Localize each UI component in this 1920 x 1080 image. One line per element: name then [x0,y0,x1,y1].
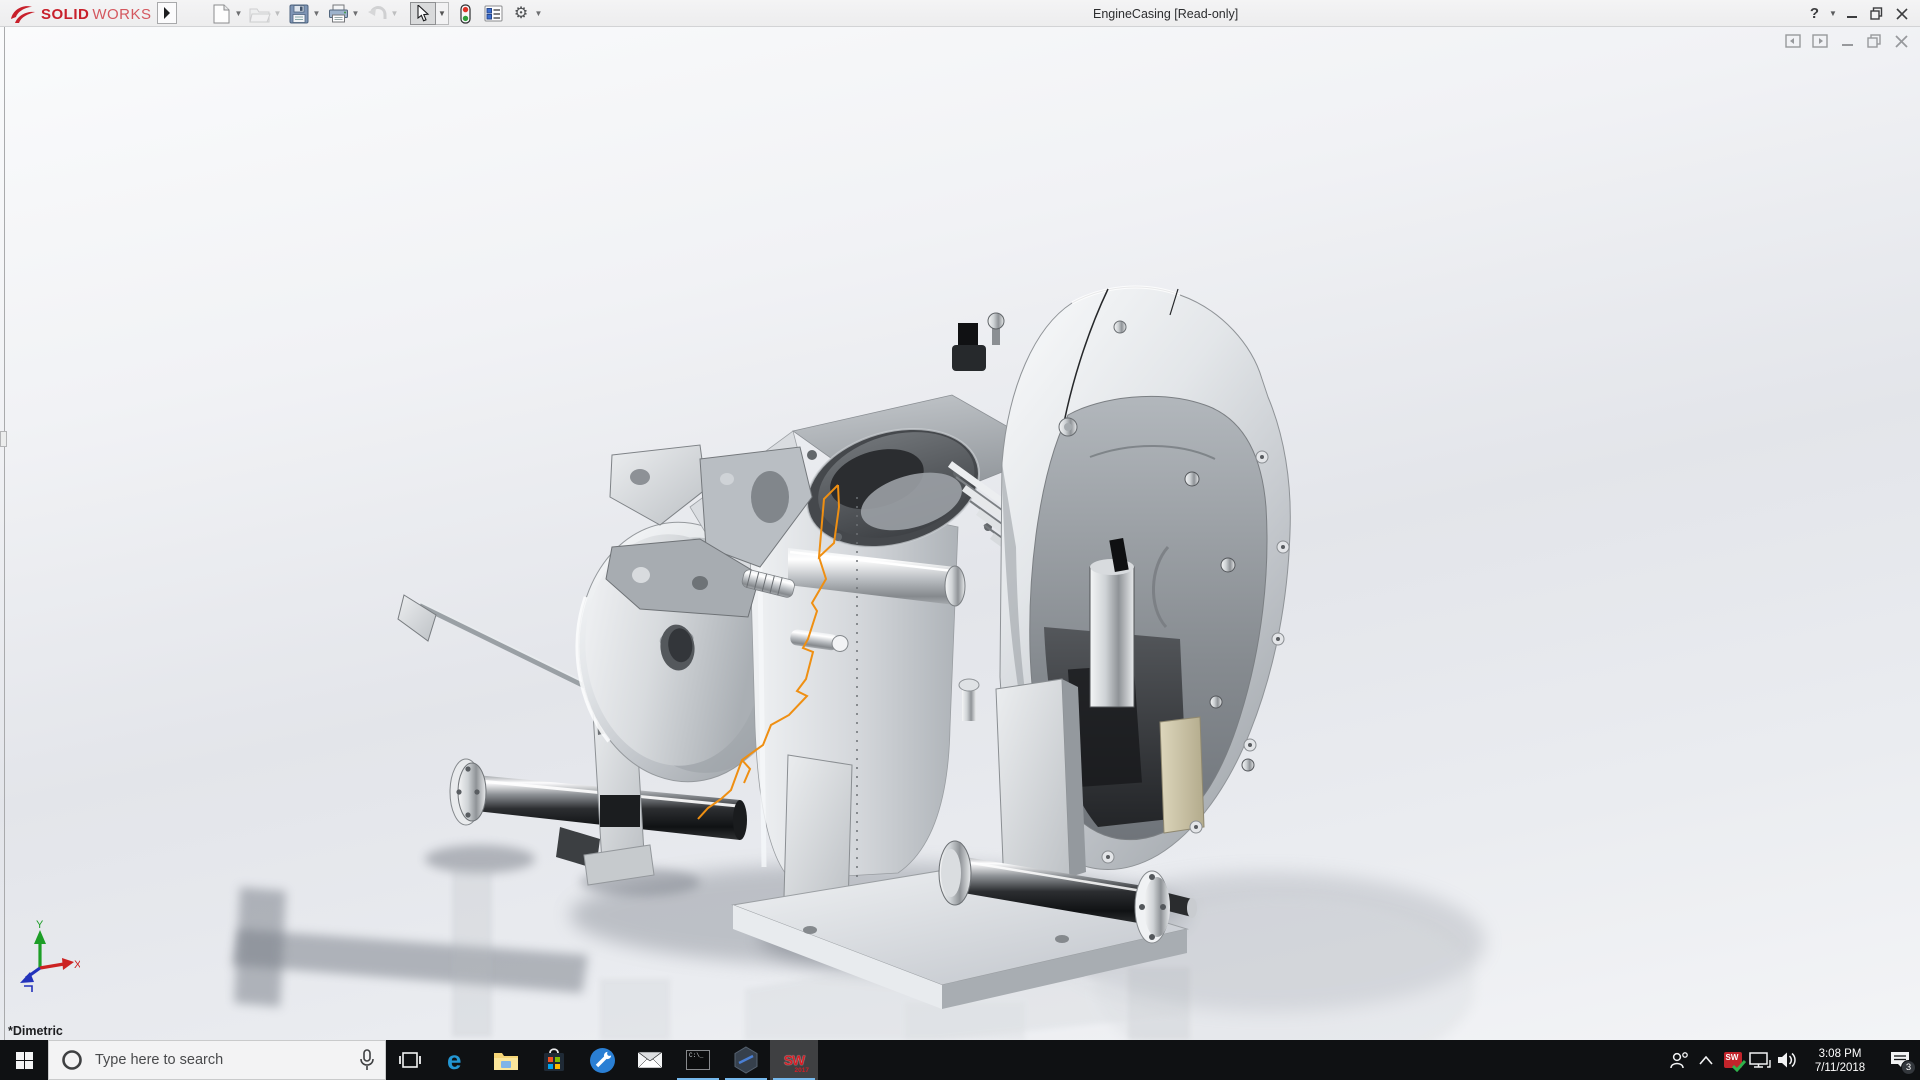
volume-icon [1777,1051,1797,1069]
new-document-button[interactable] [209,2,233,26]
orientation-triad: Y X [12,916,80,994]
print-dropdown[interactable]: ▼ [350,2,361,26]
minimize-icon [1846,8,1858,20]
taskbar-store[interactable] [530,1040,578,1080]
graphics-viewport[interactable]: Y X *Dimetric [0,27,1920,1040]
gasket-brackets[interactable] [606,445,812,617]
triad-y-label: Y [36,919,44,931]
select-cursor-icon [417,5,430,22]
envelope-icon [637,1050,663,1070]
search-input[interactable]: Type here to search [48,1040,386,1080]
tray-clock[interactable]: 3:08 PM 7/11/2018 [1800,1046,1880,1075]
display-pane-icon [484,5,503,22]
3d-model-engine-casing[interactable] [0,27,1920,1040]
select-dropdown[interactable]: ▼ [436,2,449,25]
open-dropdown[interactable]: ▼ [272,2,283,26]
tray-volume[interactable] [1773,1040,1800,1080]
taskbar-mail[interactable] [626,1040,674,1080]
windows-taskbar: Type here to search e [0,1040,1920,1080]
title-bar: SOLIDWORKS ▼ ▼ [0,0,1920,27]
new-document-icon [213,4,230,24]
logo-text-works: WORKS [92,6,151,23]
clock-time: 3:08 PM [1800,1047,1880,1061]
printer-icon [328,4,349,23]
select-tool-button[interactable] [410,2,436,25]
store-bag-icon [542,1047,566,1073]
tray-people[interactable] [1665,1040,1692,1080]
minimize-button[interactable] [1839,0,1864,27]
lever-rod[interactable] [398,595,598,692]
traffic-light-icon [460,4,471,24]
task-view-icon [399,1051,421,1069]
tray-chevron[interactable] [1692,1040,1719,1080]
restore-button[interactable] [1864,0,1889,27]
toolbar-flyout-button[interactable] [157,2,177,24]
undo-arrow-icon [367,6,387,22]
svg-text:e: e [447,1046,461,1074]
taskbar-task-view[interactable] [386,1040,434,1080]
clock-date: 7/11/2018 [1800,1061,1880,1075]
network-display-icon [1749,1051,1771,1069]
close-icon [1896,8,1908,20]
save-floppy-icon [289,4,309,24]
gear-icon: ⚙ [514,6,528,22]
tray-solidworks-status[interactable]: SW [1719,1040,1746,1080]
window-controls: ? ▼ [1802,0,1914,27]
print-button[interactable] [326,2,350,26]
edge-icon: e [444,1046,472,1074]
start-button[interactable] [0,1040,48,1080]
search-placeholder: Type here to search [95,1052,359,1068]
logo-text-solid: SOLID [41,6,89,23]
tray-network[interactable] [1746,1040,1773,1080]
open-folder-icon [249,5,271,23]
microphone-icon [359,1049,375,1071]
options-dropdown[interactable]: ▼ [533,2,544,26]
people-icon [1669,1051,1689,1069]
help-dropdown[interactable]: ▼ [1827,9,1839,18]
taskbar-solidworks[interactable]: SW 2017 [770,1040,818,1080]
view-orientation-label: *Dimetric [8,1024,63,1038]
save-button[interactable] [287,2,311,26]
chevron-up-icon [1699,1056,1713,1065]
open-button[interactable] [248,2,272,26]
action-center-button[interactable]: 3 [1880,1040,1920,1080]
save-dropdown[interactable]: ▼ [311,2,322,26]
options-button[interactable]: ⚙ [509,2,533,26]
arrow-right-icon [163,7,171,19]
help-icon: ? [1810,5,1819,22]
windows-logo-icon [16,1052,33,1069]
triad-x-label: X [74,959,80,971]
folder-icon [493,1049,519,1071]
hexagon-icon [733,1046,759,1074]
taskbar-edge[interactable]: e [434,1040,482,1080]
help-button[interactable]: ? [1802,0,1827,27]
solidworks-logo: SOLIDWORKS [8,3,152,25]
restore-icon [1870,7,1883,20]
taskbar-command-prompt[interactable]: C:\_ [674,1040,722,1080]
taskbar-settings-tool[interactable] [578,1040,626,1080]
main-toolbar: ▼ ▼ ▼ [205,0,544,27]
terminal-icon: C:\_ [686,1050,710,1070]
close-button[interactable] [1889,0,1914,27]
display-pane-button[interactable] [481,2,505,26]
undo-button[interactable] [365,2,389,26]
dassault-swoosh-icon [8,4,38,25]
appearance-button[interactable] [453,2,477,26]
wrench-circle-icon [589,1047,616,1074]
document-title: EngineCasing [Read-only] [1093,7,1238,21]
sw-check-icon: SW [1724,1052,1742,1068]
taskbar-hexagon-app[interactable] [722,1040,770,1080]
system-tray: SW [1665,1040,1920,1080]
new-dropdown[interactable]: ▼ [233,2,244,26]
cortana-circle-icon [61,1049,83,1071]
notification-badge: 3 [1901,1060,1916,1075]
undo-dropdown[interactable]: ▼ [389,2,400,26]
taskbar-file-explorer[interactable] [482,1040,530,1080]
solidworks-taskbar-icon: SW 2017 [781,1047,807,1073]
solidworks-window: SOLIDWORKS ▼ ▼ [0,0,1920,1080]
